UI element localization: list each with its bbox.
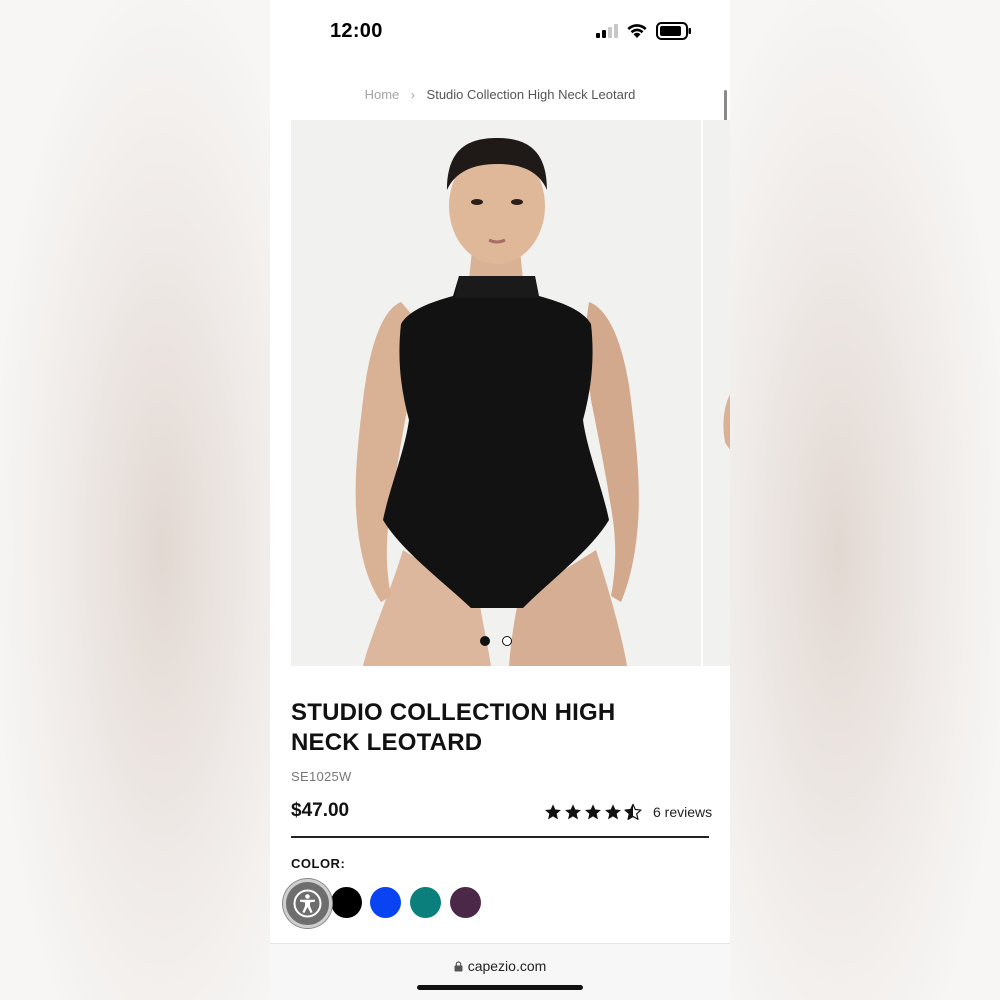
breadcrumb-separator: › bbox=[410, 88, 415, 102]
product-price: $47.00 bbox=[291, 800, 350, 821]
gallery-dot-active[interactable] bbox=[479, 636, 490, 646]
product-sku: SE1025W bbox=[291, 769, 352, 784]
color-swatch-blue[interactable] bbox=[370, 887, 401, 918]
background-blur-left bbox=[0, 0, 270, 1000]
browser-address-bar[interactable]: capezio.com bbox=[270, 943, 730, 1000]
product-rating[interactable]: 6 reviews bbox=[544, 802, 712, 822]
star-icon bbox=[585, 804, 601, 820]
lock-icon bbox=[454, 961, 463, 972]
star-icon bbox=[605, 804, 621, 820]
breadcrumb-home-link[interactable]: Home bbox=[365, 87, 400, 102]
star-icon bbox=[565, 804, 581, 820]
breadcrumb-current: Studio Collection High Neck Leotard bbox=[426, 87, 636, 102]
browser-url[interactable]: capezio.com bbox=[468, 958, 547, 974]
color-swatch-plum[interactable] bbox=[450, 887, 481, 918]
color-swatch-teal[interactable] bbox=[410, 887, 441, 918]
wifi-icon bbox=[627, 24, 647, 38]
star-half-icon bbox=[624, 803, 642, 820]
gallery-pagination bbox=[291, 633, 701, 651]
phone-screen: 12:00 Home › Studio Collection High Neck… bbox=[270, 0, 730, 1000]
product-image-gallery[interactable] bbox=[291, 120, 701, 666]
home-indicator[interactable] bbox=[417, 985, 583, 990]
star-icon bbox=[545, 804, 561, 820]
battery-icon bbox=[656, 22, 691, 40]
next-image-peek-photo bbox=[723, 394, 730, 450]
section-divider bbox=[291, 836, 709, 838]
background-blur-right bbox=[730, 0, 1000, 1000]
status-time: 12:00 bbox=[330, 20, 383, 42]
rating-stars bbox=[544, 803, 644, 821]
product-photo bbox=[291, 120, 701, 666]
cellular-signal-icon bbox=[596, 24, 618, 38]
accessibility-icon bbox=[293, 889, 322, 918]
status-bar: 12:00 bbox=[270, 0, 730, 62]
gallery-dot[interactable] bbox=[502, 636, 513, 646]
color-label: COLOR: bbox=[291, 856, 346, 871]
next-product-image-peek[interactable] bbox=[703, 120, 730, 666]
color-swatch-black[interactable] bbox=[331, 887, 362, 918]
reviews-link[interactable]: 6 reviews bbox=[653, 804, 712, 820]
product-title: STUDIO COLLECTION HIGH NECK LEOTARD bbox=[291, 699, 616, 756]
accessibility-button[interactable] bbox=[283, 879, 332, 928]
breadcrumb: Home › Studio Collection High Neck Leota… bbox=[270, 87, 730, 102]
